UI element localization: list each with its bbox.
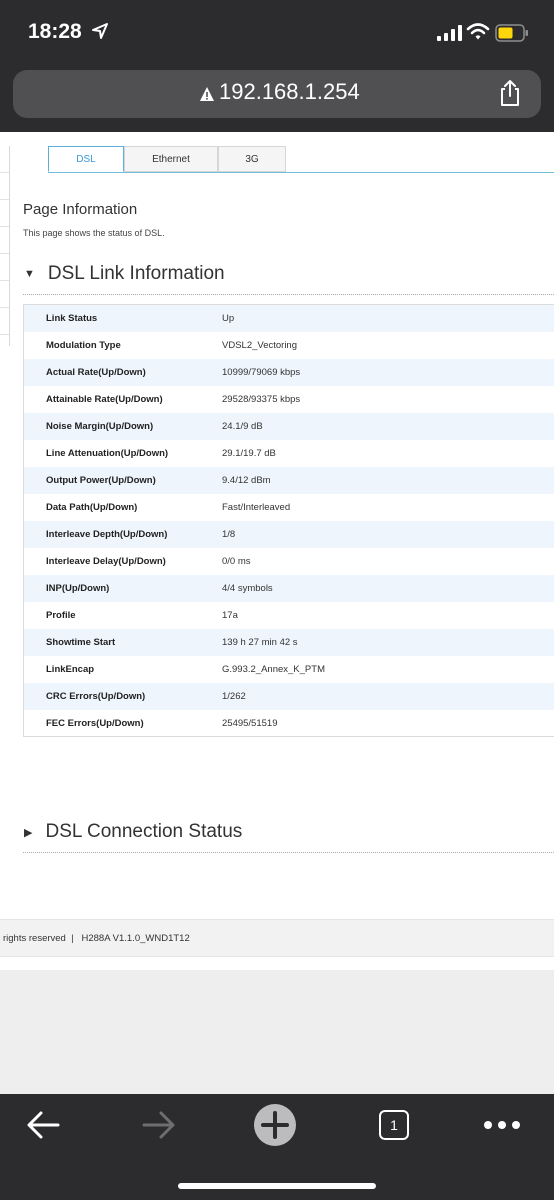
page-title: Page Information [23,201,138,218]
tab-dsl[interactable]: DSL [48,146,124,172]
row-value: 139 h 27 min 42 s [222,637,298,648]
url-text[interactable]: 192.168.1.254 [219,79,360,105]
row-label: Modulation Type [46,340,121,351]
table-row: Showtime Start 139 h 27 min 42 s [24,629,554,656]
row-value: 24.1/9 dB [222,421,263,432]
warning-icon [200,87,214,101]
page-description: This page shows the status of DSL. [23,228,165,238]
tab-ethernet[interactable]: Ethernet [124,146,218,172]
row-value: 17a [222,610,238,621]
tabs-count-button[interactable]: 1 [379,1110,409,1140]
row-label: CRC Errors(Up/Down) [46,691,146,702]
table-row: Link Status Up [24,305,554,332]
tab-bar: DSL Ethernet 3G [48,146,286,172]
new-tab-plus-icon[interactable] [253,1103,297,1147]
table-row: Actual Rate(Up/Down) 10999/79069 kbps [24,359,554,386]
row-value: 29.1/19.7 dB [222,448,276,459]
row-label: Noise Margin(Up/Down) [46,421,154,432]
row-value: 4/4 symbols [222,583,273,594]
web-page: DSL Ethernet 3G Page Information This pa… [0,132,554,1094]
row-value: Fast/Interleaved [222,502,291,513]
section-divider [23,294,554,295]
table-row: INP(Up/Down) 4/4 symbols [24,575,554,602]
tab-underline [48,172,554,173]
page-background [0,970,554,1094]
table-row: Interleave Delay(Up/Down) 0/0 ms [24,548,554,575]
row-value: VDSL2_Vectoring [222,340,297,351]
row-label: FEC Errors(Up/Down) [46,718,144,729]
row-label: Link Status [46,313,98,324]
section-title: DSL Connection Status [45,821,243,842]
dsl-info-table: Link Status Up Modulation Type VDSL2_Vecto… [23,304,554,737]
table-row: Interleave Depth(Up/Down) 1/8 [24,521,554,548]
table-row: Attainable Rate(Up/Down) 29528/93375 kbps [24,386,554,413]
table-row: Profile 17a [24,602,554,629]
row-value: 10999/79069 kbps [222,367,301,378]
row-label: Showtime Start [46,637,116,648]
row-label: Attainable Rate(Up/Down) [46,394,163,405]
collapse-triangle-icon: ▼ [24,268,35,280]
section-title: DSL Link Information [47,263,225,284]
table-row: Output Power(Up/Down) 9.4/12 dBm [24,467,554,494]
back-arrow-icon[interactable] [26,1110,60,1140]
section-divider [23,852,554,853]
status-time: 18:28 [28,20,82,43]
row-value: 1/262 [222,691,246,702]
row-value: 9.4/12 dBm [222,475,271,486]
table-row: Line Attenuation(Up/Down) 29.1/19.7 dB [24,440,554,467]
row-label: Output Power(Up/Down) [46,475,156,486]
row-label: Interleave Depth(Up/Down) [46,529,168,540]
row-label: Data Path(Up/Down) [46,502,138,513]
row-label: INP(Up/Down) [46,583,110,594]
page-footer: rights reserved | H288A V1.1.0_WND1T12 [0,919,554,957]
more-menu-icon[interactable] [483,1119,521,1131]
battery-icon [495,24,528,42]
row-label: Actual Rate(Up/Down) [46,367,146,378]
share-icon[interactable] [497,79,523,107]
forward-arrow-icon[interactable] [142,1110,176,1140]
location-arrow-icon [92,23,108,39]
tab-3g[interactable]: 3G [218,146,286,172]
cellular-signal-icon [437,25,462,41]
row-value: 29528/93375 kbps [222,394,301,405]
table-row: FEC Errors(Up/Down) 25495/51519 [24,710,554,737]
row-value: 25495/51519 [222,718,278,729]
table-row: Noise Margin(Up/Down) 24.1/9 dB [24,413,554,440]
row-label: Interleave Delay(Up/Down) [46,556,166,567]
row-label: Line Attenuation(Up/Down) [46,448,169,459]
row-value: 0/0 ms [222,556,251,567]
left-menu-edge [0,146,10,346]
table-row: LinkEncap G.993.2_Annex_K_PTM [24,656,554,683]
table-row: Modulation Type VDSL2_Vectoring [24,332,554,359]
row-label: LinkEncap [46,664,95,675]
table-row: Data Path(Up/Down) Fast/Interleaved [24,494,554,521]
footer-text: rights reserved | H288A V1.1.0_WND1T12 [3,932,190,944]
dsl-link-section-header[interactable]: ▼ DSL Link Information [24,263,225,285]
home-indicator[interactable] [178,1183,376,1189]
wifi-icon [466,23,490,40]
expand-triangle-icon: ▶ [24,826,33,839]
table-row: CRC Errors(Up/Down) 1/262 [24,683,554,710]
row-value: 1/8 [222,529,236,540]
dsl-connection-section-header[interactable]: ▶ DSL Connection Status [24,821,242,843]
row-value: G.993.2_Annex_K_PTM [222,664,325,675]
row-value: Up [222,313,235,324]
row-label: Profile [46,610,76,621]
